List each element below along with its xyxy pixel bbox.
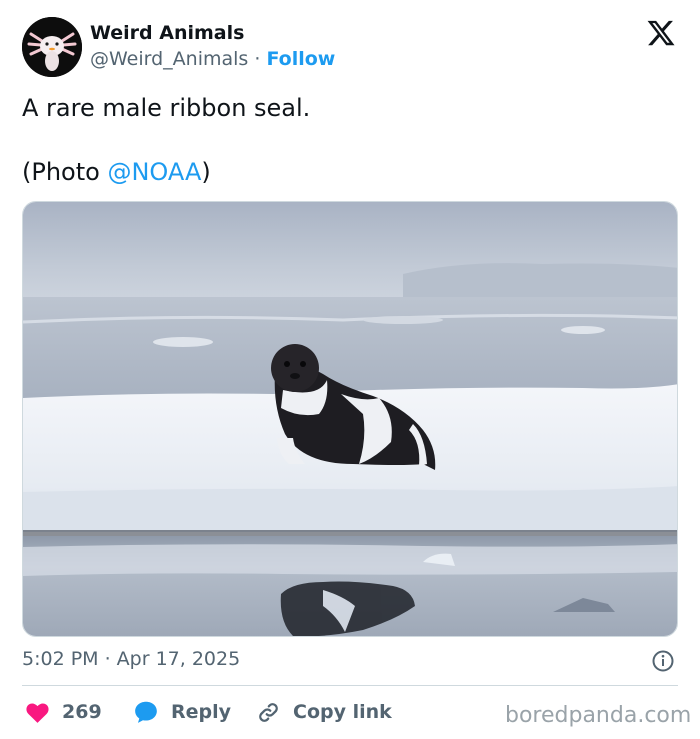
photo-credit-suffix: )	[201, 158, 211, 186]
tweet-photo[interactable]	[22, 201, 678, 637]
copy-link-button[interactable]: Copy link	[256, 699, 392, 725]
display-name[interactable]: Weird Animals	[90, 22, 244, 44]
mention-link[interactable]: @NOAA	[107, 158, 201, 186]
speech-bubble-icon	[135, 701, 157, 723]
tweet-text: A rare male ribbon seal. (Photo @NOAA)	[22, 92, 672, 188]
divider	[22, 685, 678, 686]
ribbon-seal-photo	[23, 202, 677, 636]
tweet-card: Weird Animals @Weird_Animals · Follow A …	[0, 0, 700, 739]
reply-button[interactable]: Reply	[133, 699, 231, 725]
link-icon	[259, 702, 278, 722]
separator: ·	[248, 48, 267, 70]
like-button[interactable]: 269	[25, 699, 102, 725]
avatar[interactable]	[22, 17, 82, 77]
tweet-line-2: (Photo @NOAA)	[22, 156, 672, 188]
photo-credit-prefix: (Photo	[22, 158, 108, 186]
follow-button[interactable]: Follow	[266, 48, 335, 70]
handle-line: @Weird_Animals · Follow	[90, 48, 335, 70]
timestamp[interactable]: 5:02 PM · Apr 17, 2025	[22, 648, 240, 670]
tweet-line-1: A rare male ribbon seal.	[22, 94, 311, 122]
info-icon[interactable]	[651, 649, 675, 673]
heart-icon	[26, 702, 49, 723]
copy-link-label: Copy link	[293, 701, 392, 723]
reply-label: Reply	[171, 701, 232, 723]
axolotl-avatar-image	[22, 17, 82, 77]
handle[interactable]: @Weird_Animals	[90, 48, 248, 70]
watermark: boredpanda.com	[505, 703, 692, 728]
x-logo-icon[interactable]	[646, 18, 676, 48]
like-count: 269	[62, 701, 102, 723]
